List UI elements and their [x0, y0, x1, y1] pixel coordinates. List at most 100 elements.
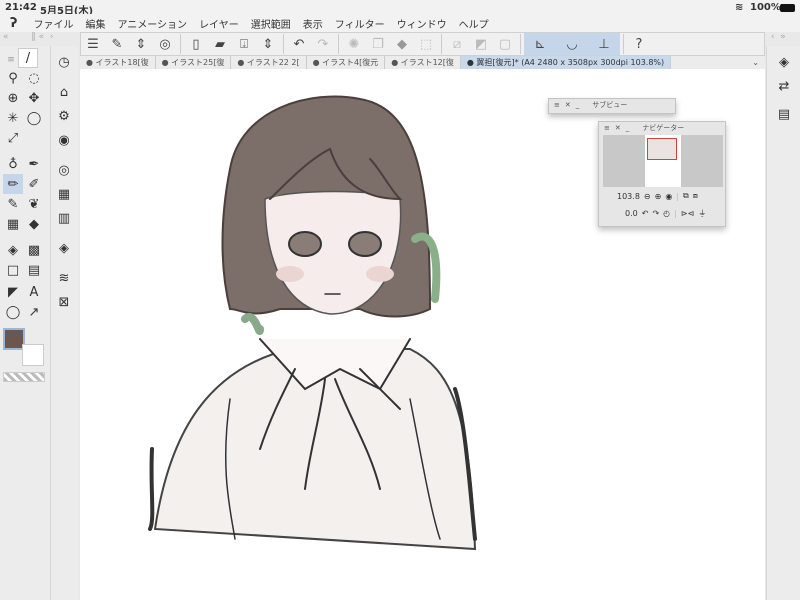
- decoration-icon[interactable]: ❦: [24, 194, 44, 214]
- loading-icon[interactable]: ✺: [342, 33, 366, 55]
- text-icon[interactable]: A: [24, 282, 44, 302]
- layer-icon[interactable]: ◈: [54, 238, 74, 258]
- selection-border-icon[interactable]: ▢: [493, 33, 517, 55]
- clear-selection-icon[interactable]: ⧄: [445, 33, 469, 55]
- stepper-icon[interactable]: ⇕: [129, 33, 153, 55]
- right-collapse-buttons[interactable]: ‹ »: [768, 32, 800, 46]
- eyedropper-icon[interactable]: ⤢: [3, 128, 23, 148]
- brush-icon[interactable]: ✐: [24, 174, 44, 194]
- rotation-value[interactable]: 0.0: [625, 209, 638, 218]
- film-icon[interactable]: ▥: [54, 208, 74, 228]
- tab-document[interactable]: ● イラスト22 2[: [231, 56, 307, 69]
- stepper-icon[interactable]: ⇕: [256, 33, 280, 55]
- fit-icon[interactable]: ◉: [665, 192, 672, 201]
- edit-icon[interactable]: ✎: [105, 33, 129, 55]
- color-set-icon[interactable]: ▦: [54, 184, 74, 204]
- balloon-icon[interactable]: ◯: [3, 302, 23, 322]
- zoom-out-icon[interactable]: ⊖: [644, 192, 651, 201]
- navigator-preview[interactable]: [603, 135, 723, 187]
- tab-document[interactable]: ● イラスト25[復: [156, 56, 232, 69]
- sub-tool-icon[interactable]: ⌂: [54, 82, 74, 102]
- frame-border-icon[interactable]: ▤: [24, 260, 44, 280]
- save-icon[interactable]: ⍗: [232, 33, 256, 55]
- fill-icon[interactable]: ◈: [3, 240, 23, 260]
- correct-line-icon[interactable]: ↗: [24, 302, 44, 322]
- close-icon[interactable]: ✕: [565, 101, 571, 109]
- minimize-icon[interactable]: _: [626, 124, 630, 132]
- palette-menu-icon[interactable]: ≡: [4, 50, 18, 70]
- pen-icon[interactable]: ✒: [24, 154, 44, 174]
- layer-property-icon[interactable]: ≋: [54, 268, 74, 288]
- chevron-down-icon[interactable]: ⌄: [752, 58, 765, 67]
- navigator-icon[interactable]: ◷: [54, 52, 74, 72]
- reset-rotation-icon[interactable]: ◴: [663, 209, 670, 218]
- transparent-color-swatch[interactable]: [3, 372, 45, 382]
- lasso-select-icon[interactable]: ◌: [24, 68, 44, 88]
- snap-grid-icon[interactable]: ⊥: [588, 33, 620, 55]
- menu-help[interactable]: ヘルプ: [459, 16, 489, 31]
- tab-document[interactable]: ● イラスト4[復元: [307, 56, 386, 69]
- menu-window[interactable]: ウィンドウ: [397, 16, 447, 31]
- open-folder-icon[interactable]: ▰: [208, 33, 232, 55]
- spiral-icon[interactable]: ◎: [153, 33, 177, 55]
- left-collapse-buttons[interactable]: « ‖ « ›: [0, 32, 80, 46]
- fit-window-icon[interactable]: ⧈: [693, 191, 698, 201]
- lasso-icon[interactable]: ◯: [24, 108, 44, 128]
- rotate-left-icon[interactable]: ↶: [642, 209, 649, 218]
- redo-icon[interactable]: ↷: [311, 33, 335, 55]
- invert-selection-icon[interactable]: ◩: [469, 33, 493, 55]
- tab-document[interactable]: ● イラスト12[復: [385, 56, 461, 69]
- eraser-icon[interactable]: ◆: [24, 214, 44, 234]
- ink-icon[interactable]: ♁: [3, 154, 23, 174]
- figure-icon[interactable]: □: [3, 260, 23, 280]
- panel-menu-icon[interactable]: ≡: [554, 101, 560, 109]
- app-logo-icon[interactable]: ʔ: [10, 16, 17, 31]
- menu-edit[interactable]: 編集: [85, 16, 105, 31]
- snap-ruler-icon[interactable]: ⊾: [524, 33, 556, 55]
- flip-vertical-icon[interactable]: ⏚: [698, 208, 706, 219]
- copy-icon[interactable]: ❐: [366, 33, 390, 55]
- brush-size-icon[interactable]: ◉: [54, 130, 74, 150]
- zoom-in-icon[interactable]: ⊕: [655, 192, 662, 201]
- material-icon[interactable]: ⊠: [54, 292, 74, 312]
- pencil-icon[interactable]: ✏: [3, 174, 23, 194]
- tab-document[interactable]: ● イラスト18[復: [80, 56, 156, 69]
- zoom-value[interactable]: 103.8: [617, 192, 640, 201]
- transform-icon[interactable]: ⬚: [414, 33, 438, 55]
- tool-property-icon[interactable]: ⚙: [54, 106, 74, 126]
- new-file-icon[interactable]: ▯: [184, 33, 208, 55]
- airbrush-icon[interactable]: ✎: [3, 194, 23, 214]
- move-icon[interactable]: ✥: [24, 88, 44, 108]
- layer-settings-icon[interactable]: ◈: [774, 52, 794, 72]
- magic-wand-icon[interactable]: ✳: [3, 108, 23, 128]
- auto-action-icon[interactable]: ▤: [774, 104, 794, 124]
- menu-selection[interactable]: 選択範囲: [251, 16, 291, 31]
- menu-animation[interactable]: アニメーション: [117, 16, 187, 31]
- navigator-viewport[interactable]: [647, 138, 677, 160]
- zoom-icon[interactable]: ⚲: [3, 68, 23, 88]
- gradient-icon[interactable]: ▩: [24, 240, 44, 260]
- menu-file[interactable]: ファイル: [33, 16, 73, 31]
- undo-icon[interactable]: ↶: [287, 33, 311, 55]
- menu-view[interactable]: 表示: [303, 16, 323, 31]
- sub-color-swatch[interactable]: [22, 344, 44, 366]
- color-wheel-icon[interactable]: ◎: [54, 160, 74, 180]
- layer-move-icon[interactable]: ⊕: [3, 88, 23, 108]
- close-icon[interactable]: ✕: [615, 124, 621, 132]
- rotate-right-icon[interactable]: ↷: [652, 209, 659, 218]
- pen-tab-icon[interactable]: /: [18, 48, 38, 68]
- minimize-icon[interactable]: _: [576, 101, 580, 109]
- ruler-icon[interactable]: ◤: [3, 282, 23, 302]
- help-icon[interactable]: ?: [627, 33, 651, 55]
- actual-size-icon[interactable]: ⧉: [683, 191, 689, 201]
- snap-special-ruler-icon[interactable]: ◡: [556, 33, 588, 55]
- tab-active-document[interactable]: ● 翼担[復元]* (A4 2480 x 3508px 300dpi 103.8…: [460, 56, 672, 69]
- flip-horizontal-icon[interactable]: ⊳⊲: [681, 209, 694, 218]
- menu-filter[interactable]: フィルター: [335, 16, 385, 31]
- panel-menu-icon[interactable]: ≡: [604, 124, 610, 132]
- menu-icon[interactable]: ☰: [81, 33, 105, 55]
- frame-icon[interactable]: ▦: [3, 214, 23, 234]
- menu-layer[interactable]: レイヤー: [199, 16, 239, 31]
- history-icon[interactable]: ⇄: [774, 76, 794, 96]
- fill-icon[interactable]: ◆: [390, 33, 414, 55]
